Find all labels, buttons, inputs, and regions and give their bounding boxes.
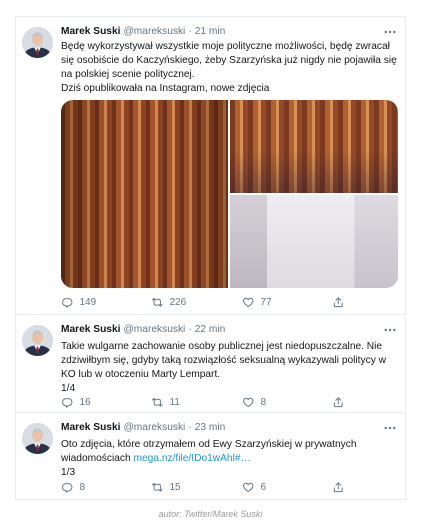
tweet-photo[interactable] <box>230 195 398 288</box>
retweet-count: 11 <box>169 397 180 408</box>
timeline: Marek Suski @mareksuski · 21 min Będę wykor… <box>15 16 406 500</box>
separator-dot: · <box>188 422 192 433</box>
tweet[interactable]: Marek Suski @mareksuski · 21 min Będę wykor… <box>16 17 405 315</box>
like-icon <box>243 297 254 308</box>
author-name[interactable]: Marek Suski <box>61 26 120 37</box>
like-count: 6 <box>260 482 267 493</box>
image-credit: autor: Twitter/Marek Suski <box>158 509 263 519</box>
more-icon <box>384 426 396 430</box>
author-name[interactable]: Marek Suski <box>61 422 120 433</box>
separator-dot: · <box>188 324 192 335</box>
more-icon <box>384 30 396 34</box>
tweet-actions: 8 15 6 <box>61 481 361 494</box>
avatar[interactable] <box>22 325 53 356</box>
tweet-text-line: Będę wykorzystywał wszystkie moje polity… <box>61 41 390 52</box>
tweet-text-line: 1/3 <box>61 467 76 478</box>
reply-button[interactable]: 149 <box>61 296 96 309</box>
tweet-timestamp[interactable]: 23 min <box>195 422 226 433</box>
tweet-text-line: Oto zdjęcia, które otrzymałem od Ewy Sza… <box>61 439 357 450</box>
like-button[interactable]: 77 <box>242 296 272 309</box>
more-button[interactable] <box>382 424 398 432</box>
reply-icon <box>62 398 73 408</box>
avatar-image <box>22 423 53 454</box>
share-button[interactable] <box>332 481 345 494</box>
author-handle[interactable]: @mareksuski <box>123 422 185 433</box>
reply-count: 8 <box>79 482 86 493</box>
like-count: 77 <box>260 297 272 308</box>
retweet-icon <box>151 398 163 407</box>
tweet-text-line: zdziwiłbym się, gdyby taką rozwiązłość s… <box>61 355 386 366</box>
retweet-icon <box>151 483 163 492</box>
like-icon <box>243 482 254 493</box>
retweet-count: 226 <box>169 297 187 308</box>
avatar-image <box>22 325 53 356</box>
like-icon <box>243 397 254 408</box>
share-icon <box>333 482 343 493</box>
tweet-text-line: na polskiej scenie politycznej. <box>61 69 195 80</box>
retweet-button[interactable]: 15 <box>151 481 181 494</box>
share-icon <box>333 297 343 308</box>
tweet-actions: 16 11 8 <box>61 396 361 409</box>
tweet-text: Oto zdjęcia, które otrzymałem od Ewy Sza… <box>61 438 357 480</box>
tweet-text-line: 1/4 <box>61 383 76 394</box>
reply-icon <box>62 298 73 308</box>
reply-button[interactable]: 8 <box>61 481 85 494</box>
reply-count: 16 <box>79 397 91 408</box>
author-name[interactable]: Marek Suski <box>61 324 120 335</box>
more-icon <box>384 328 396 332</box>
separator-dot: · <box>188 26 192 37</box>
tweet-text-line: KO lub w otoczeniu Marty Lempart. <box>61 369 221 380</box>
tweet-photo[interactable] <box>61 100 228 288</box>
more-button[interactable] <box>382 28 398 36</box>
tweet-timestamp[interactable]: 22 min <box>195 324 226 335</box>
retweet-count: 15 <box>169 482 181 493</box>
tweet-text-line: wiadomościach mega.nz/file/IDo1wAhl#… <box>61 452 357 466</box>
tweet[interactable]: Marek Suski @mareksuski · 22 min Takie wulg… <box>16 315 405 413</box>
reply-count: 149 <box>79 297 97 308</box>
reply-button[interactable]: 16 <box>61 396 91 409</box>
tweet-timestamp[interactable]: 21 min <box>195 26 226 37</box>
more-button[interactable] <box>382 326 398 334</box>
tweet-text: Takie wulgarne zachowanie osoby publiczn… <box>61 340 386 396</box>
tweet-photo[interactable] <box>230 100 398 193</box>
author-handle[interactable]: @mareksuski <box>123 324 185 335</box>
tweet-text-segment: wiadomościach <box>61 453 131 464</box>
tweet-header: Marek Suski @mareksuski · 23 min <box>61 421 225 434</box>
tweet-actions: 149 226 77 <box>61 296 361 309</box>
avatar[interactable] <box>22 27 53 58</box>
like-count: 8 <box>260 397 267 408</box>
tweet-link[interactable]: mega.nz/file/IDo1wAhl#… <box>134 453 251 464</box>
avatar-image <box>22 27 53 58</box>
share-button[interactable] <box>332 396 345 409</box>
retweet-button[interactable]: 226 <box>151 296 186 309</box>
tweet-header: Marek Suski @mareksuski · 21 min <box>61 25 225 38</box>
photo-grid <box>61 100 398 288</box>
like-button[interactable]: 8 <box>242 396 266 409</box>
reply-icon <box>62 483 73 493</box>
share-button[interactable] <box>332 296 345 309</box>
avatar[interactable] <box>22 423 53 454</box>
like-button[interactable]: 6 <box>242 481 266 494</box>
retweet-button[interactable]: 11 <box>151 396 180 409</box>
tweet-text-line: się osobiście do Kaczyńskiego, żeby Szar… <box>61 55 397 66</box>
author-handle[interactable]: @mareksuski <box>123 26 185 37</box>
tweet-text: Będę wykorzystywał wszystkie moje polity… <box>61 40 397 96</box>
tweet-text-line: Takie wulgarne zachowanie osoby publiczn… <box>61 341 383 352</box>
retweet-icon <box>151 298 163 307</box>
tweet-header: Marek Suski @mareksuski · 22 min <box>61 323 225 336</box>
tweet[interactable]: Marek Suski @mareksuski · 23 min Oto zdjęci… <box>16 413 405 499</box>
tweet-text-line: Dziś opublikowała na Instagram, nowe zdj… <box>61 83 270 94</box>
share-icon <box>333 397 343 408</box>
